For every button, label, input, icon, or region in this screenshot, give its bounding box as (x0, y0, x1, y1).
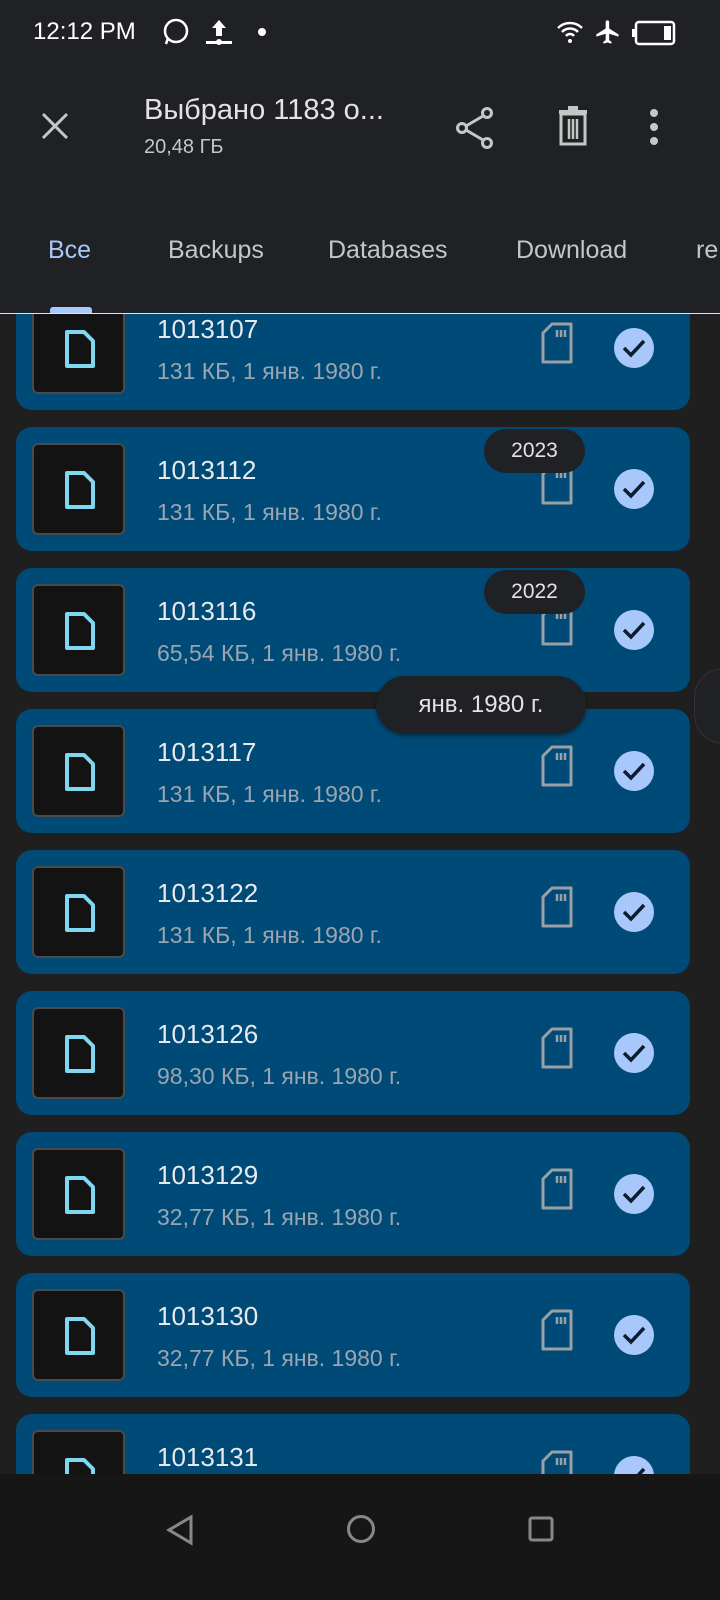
file-thumbnail (32, 584, 125, 676)
file-item[interactable]: 1013116 65,54 КБ, 1 янв. 1980 г. (16, 568, 690, 692)
back-icon[interactable] (165, 1514, 195, 1546)
selected-checkbox[interactable] (614, 1174, 654, 1214)
file-icon (65, 1035, 95, 1073)
file-thumbnail (32, 314, 125, 394)
file-meta: 131 КБ, 1 янв. 1980 г. (157, 781, 382, 807)
file-thumbnail (32, 1430, 125, 1474)
check-icon (622, 1044, 646, 1063)
file-item[interactable]: 1013122 131 КБ, 1 янв. 1980 г. (16, 850, 690, 974)
file-thumbnail (32, 1007, 125, 1099)
file-item[interactable]: 1013126 98,30 КБ, 1 янв. 1980 г. (16, 991, 690, 1115)
year-label-2023: 2023 (484, 429, 585, 473)
file-meta: 32,77 КБ, 1 янв. 1980 г. (157, 1204, 402, 1230)
file-name: 1013122 (157, 878, 259, 908)
file-meta: 131 КБ, 1 янв. 1980 г. (157, 358, 382, 384)
selected-checkbox[interactable] (614, 328, 654, 368)
file-icon (65, 471, 95, 509)
year-label-2022: 2022 (484, 570, 585, 614)
selected-checkbox[interactable] (614, 892, 654, 932)
sd-card-icon (541, 1450, 573, 1474)
file-item[interactable]: 1013130 32,77 КБ, 1 янв. 1980 г. (16, 1273, 690, 1397)
file-name: 1013130 (157, 1301, 259, 1331)
file-icon (65, 1458, 95, 1474)
file-name: 1013117 (157, 737, 257, 767)
file-name: 1013126 (157, 1019, 259, 1049)
selected-checkbox[interactable] (614, 1033, 654, 1073)
check-icon (622, 1326, 646, 1345)
check-icon (622, 762, 646, 781)
file-meta: 65,54 КБ, 1 янв. 1980 г. (157, 640, 402, 666)
tab-databases[interactable]: Databases (328, 236, 448, 265)
check-icon (622, 1185, 646, 1204)
sd-card-icon (541, 322, 573, 364)
check-icon (622, 621, 646, 640)
file-name: 1013131 (157, 1442, 259, 1472)
file-name: 1013116 (157, 596, 257, 626)
file-name: 1013129 (157, 1160, 259, 1190)
file-item[interactable]: 1013117 131 КБ, 1 янв. 1980 г. (16, 709, 690, 833)
check-icon (622, 480, 646, 499)
home-icon[interactable] (346, 1514, 376, 1544)
sd-card-icon (541, 1309, 573, 1351)
file-item[interactable]: 1013129 32,77 КБ, 1 янв. 1980 г. (16, 1132, 690, 1256)
check-icon (636, 1467, 646, 1474)
selection-app-bar: Выбрано 1183 о... 20,48 ГБ Все Backups D… (0, 66, 720, 313)
sd-card-icon (541, 886, 573, 928)
file-icon (65, 612, 95, 650)
file-icon (65, 1176, 95, 1214)
selected-checkbox[interactable] (614, 1315, 654, 1355)
selected-checkbox[interactable] (614, 1456, 654, 1474)
tab-more[interactable]: re (696, 236, 718, 265)
file-thumbnail (32, 1289, 125, 1381)
file-icon (65, 330, 95, 368)
check-icon (622, 339, 646, 358)
file-list[interactable]: 1013107 131 КБ, 1 янв. 1980 г. 1013112 1… (0, 314, 720, 1474)
sd-card-icon (541, 1168, 573, 1210)
file-name: 1013112 (157, 455, 257, 485)
file-icon (65, 1317, 95, 1355)
navigation-bar (0, 1474, 720, 1600)
check-icon (622, 903, 646, 922)
file-thumbnail (32, 866, 125, 958)
fast-scroll-date: янв. 1980 г. (376, 676, 586, 734)
selected-checkbox[interactable] (614, 610, 654, 650)
selected-checkbox[interactable] (614, 751, 654, 791)
folder-tabs: Все Backups Databases Download re (0, 0, 720, 313)
file-meta: 32,77 КБ, 1 янв. 1980 г. (157, 1345, 402, 1371)
file-meta: 131 КБ, 1 янв. 1980 г. (157, 499, 382, 525)
file-thumbnail (32, 1148, 125, 1240)
file-item[interactable]: 1013131 (16, 1414, 690, 1474)
file-meta: 131 КБ, 1 янв. 1980 г. (157, 922, 382, 948)
file-icon (65, 753, 95, 791)
tab-backups[interactable]: Backups (168, 236, 264, 265)
sd-card-icon (541, 745, 573, 787)
file-name: 1013107 (157, 314, 259, 344)
sd-card-icon (541, 1027, 573, 1069)
file-icon (65, 894, 95, 932)
file-item[interactable]: 1013107 131 КБ, 1 янв. 1980 г. (16, 314, 690, 410)
file-thumbnail (32, 443, 125, 535)
file-meta: 98,30 КБ, 1 янв. 1980 г. (157, 1063, 402, 1089)
tab-all[interactable]: Все (48, 236, 91, 265)
recents-icon[interactable] (528, 1516, 554, 1542)
file-thumbnail (32, 725, 125, 817)
selected-checkbox[interactable] (614, 469, 654, 509)
tab-download[interactable]: Download (516, 236, 627, 265)
file-item[interactable]: 1013112 131 КБ, 1 янв. 1980 г. (16, 427, 690, 551)
